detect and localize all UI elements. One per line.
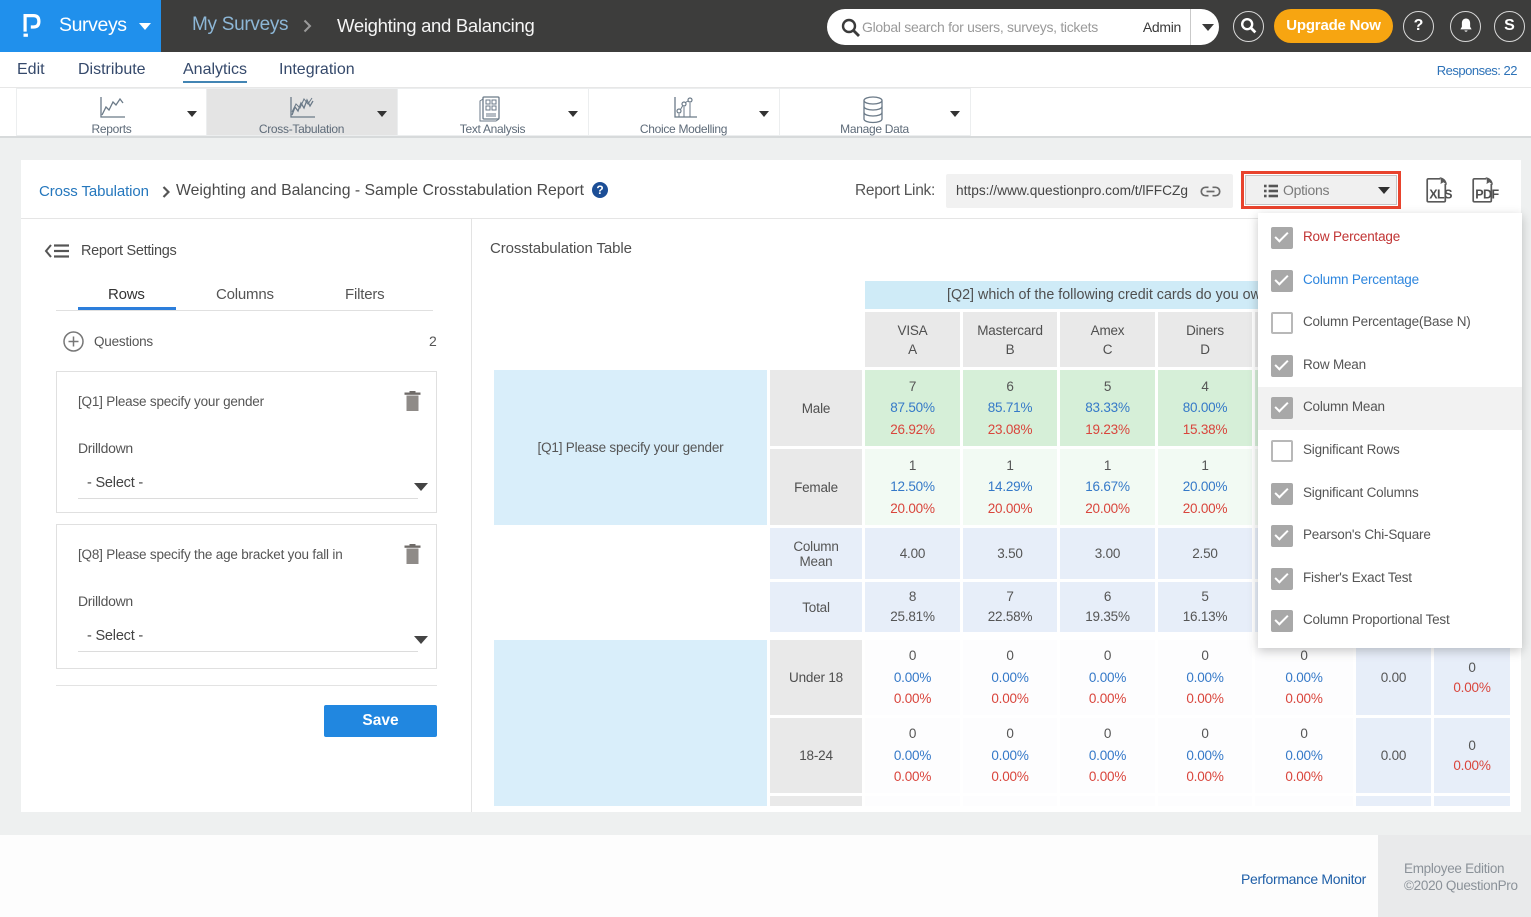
svg-text:PDF: PDF <box>1475 188 1499 202</box>
svg-text:XLS: XLS <box>1429 188 1452 202</box>
